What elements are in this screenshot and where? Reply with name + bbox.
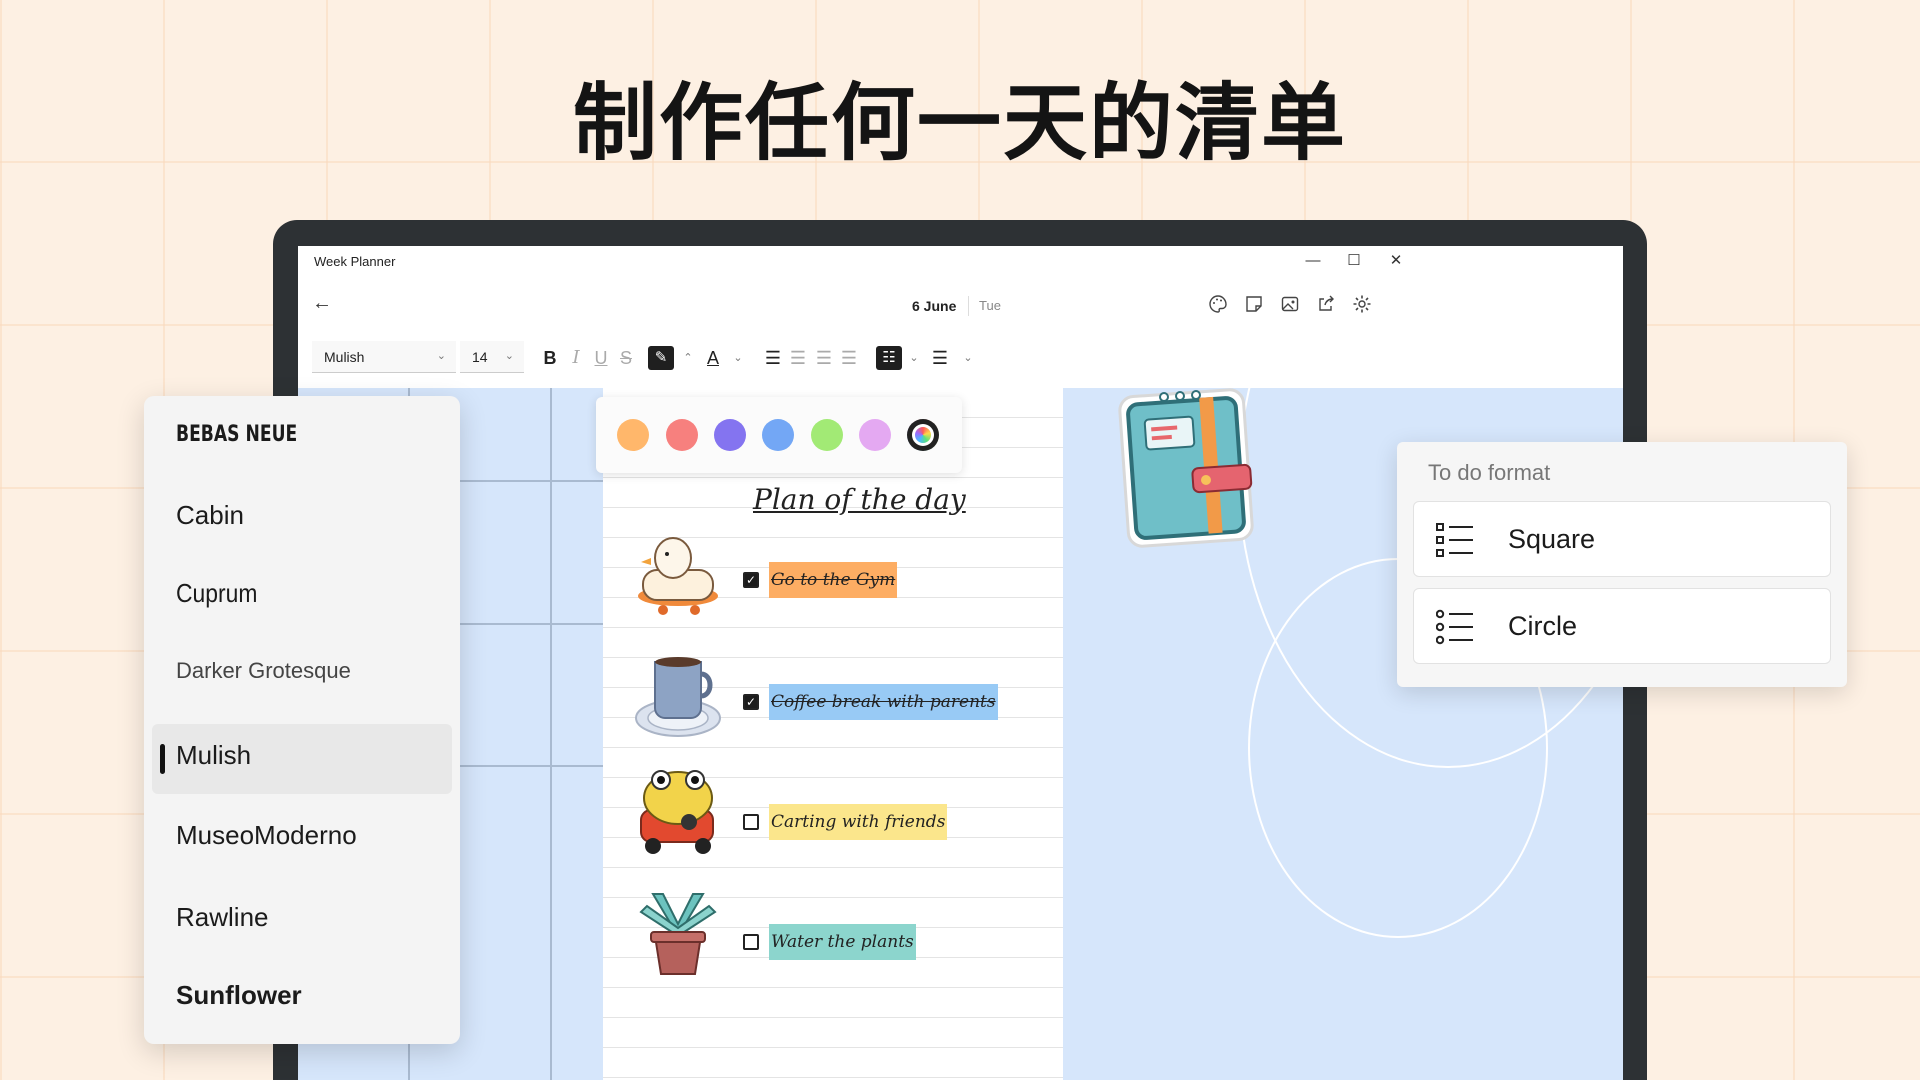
color-swatch[interactable] [666,419,698,451]
day-label: Tue [979,298,1001,313]
headline: 制作任何一天的清单 [572,74,1347,172]
task-label[interactable]: Coffee break with parents [769,684,998,720]
share-icon[interactable] [1314,294,1338,318]
title-bar: Week Planner — ☐ ✕ [298,246,1623,276]
font-option[interactable]: Cabin [176,500,244,531]
align-right-icon[interactable]: ☰ [814,346,834,370]
align-center-icon[interactable]: ☰ [788,346,808,370]
todo-format-label: Circle [1508,611,1578,641]
font-color-button[interactable]: A [703,346,723,370]
task-checkbox[interactable]: ✓ [743,694,759,710]
divider [968,296,969,316]
plant-sticker [639,893,717,975]
chevron-down-icon[interactable]: ⌄ [728,346,748,370]
color-swatch[interactable] [811,419,843,451]
grid-line [550,388,552,1080]
font-family-value: Mulish [324,349,365,365]
task-label[interactable]: Go to the Gym [769,562,898,598]
chevron-up-icon[interactable]: ⌃ [678,346,698,370]
align-justify-icon[interactable]: ☰ [839,346,859,370]
font-option[interactable]: Sunflower [176,980,302,1011]
font-family-menu: BEBAS NEUE Cabin Cuprum Darker Grotesque… [144,396,460,1044]
chevron-down-icon[interactable]: ⌄ [904,346,924,370]
chevron-down-icon: ⌄ [504,350,514,362]
minimize-button[interactable]: — [1298,250,1328,272]
todo-format-title: To do format [1428,460,1551,485]
format-toolbar: Mulish ⌄ 14 ⌄ B I U S ✎ ⌃ A ⌄ ☰ ☰ ☰ ☰ ☷ … [298,338,1623,378]
align-left-icon[interactable]: ☰ [763,346,783,370]
settings-icon[interactable] [1350,294,1374,318]
chevron-down-icon[interactable]: ⌄ [958,346,978,370]
todo-format-menu: To do format Square Circle [1397,442,1847,687]
task-checkbox[interactable] [743,814,759,830]
font-option[interactable]: Mulish [176,740,251,771]
font-option[interactable]: Rawline [176,902,269,933]
selection-indicator [160,744,165,774]
font-option[interactable]: MuseoModerno [176,820,357,851]
app-title: Week Planner [314,254,396,269]
font-family-dropdown[interactable]: Mulish ⌄ [312,341,456,373]
strikethrough-button[interactable]: S [616,346,636,370]
underline-button[interactable]: U [591,346,611,370]
font-option[interactable]: Darker Grotesque [176,658,351,684]
todo-format-square[interactable]: Square [1413,501,1831,577]
task-item: Carting with friends [603,770,1063,870]
date-label[interactable]: 6 June [912,298,956,314]
bullet-list-icon[interactable]: ☰ [930,346,950,370]
plan-title[interactable]: Plan of the day [753,483,966,516]
palette-icon[interactable] [1206,294,1230,318]
coffee-cup-sticker [635,657,721,737]
todo-format-circle[interactable]: Circle [1413,588,1831,664]
font-option[interactable]: BEBAS NEUE [176,422,297,447]
task-label[interactable]: Water the plants [769,924,916,960]
font-size-dropdown[interactable]: 14 ⌄ [460,341,524,373]
font-option[interactable]: Cuprum [176,578,257,609]
image-icon[interactable] [1278,294,1302,318]
task-label[interactable]: Carting with friends [769,804,948,840]
task-checkbox[interactable] [743,934,759,950]
color-swatch[interactable] [859,419,891,451]
task-item: ✓ Coffee break with parents [603,650,1063,750]
italic-button[interactable]: I [566,346,586,370]
task-item: Water the plants [603,890,1063,990]
highlight-pen-icon[interactable]: ✎ [648,346,674,370]
header-bar: ← 6 June Tue [298,286,1623,326]
close-button[interactable]: ✕ [1381,250,1411,272]
task-checkbox[interactable]: ✓ [743,572,759,588]
color-swatch[interactable] [714,419,746,451]
notebook-sticker [1118,388,1254,548]
duck-sticker [638,537,718,615]
todo-format-label: Square [1508,524,1596,554]
square-list-icon [1436,523,1473,557]
back-button[interactable]: ← [310,292,334,315]
todo-list-icon[interactable]: ☷ [876,346,902,370]
highlight-color-picker [596,397,962,473]
chevron-down-icon: ⌄ [436,350,446,362]
task-item: ✓ Go to the Gym [603,530,1063,630]
color-swatch[interactable] [617,419,649,451]
sticky-note-icon[interactable] [1242,294,1266,318]
custom-color-icon[interactable] [907,419,939,451]
bold-button[interactable]: B [540,346,560,370]
note-page[interactable]: Plan of the day ✓ Go to the Gym ✓ Coffee… [603,388,1063,1080]
frog-car-sticker [640,770,714,854]
color-swatch[interactable] [762,419,794,451]
font-size-value: 14 [472,349,488,365]
circle-list-icon [1436,609,1473,645]
maximize-button[interactable]: ☐ [1339,250,1369,272]
